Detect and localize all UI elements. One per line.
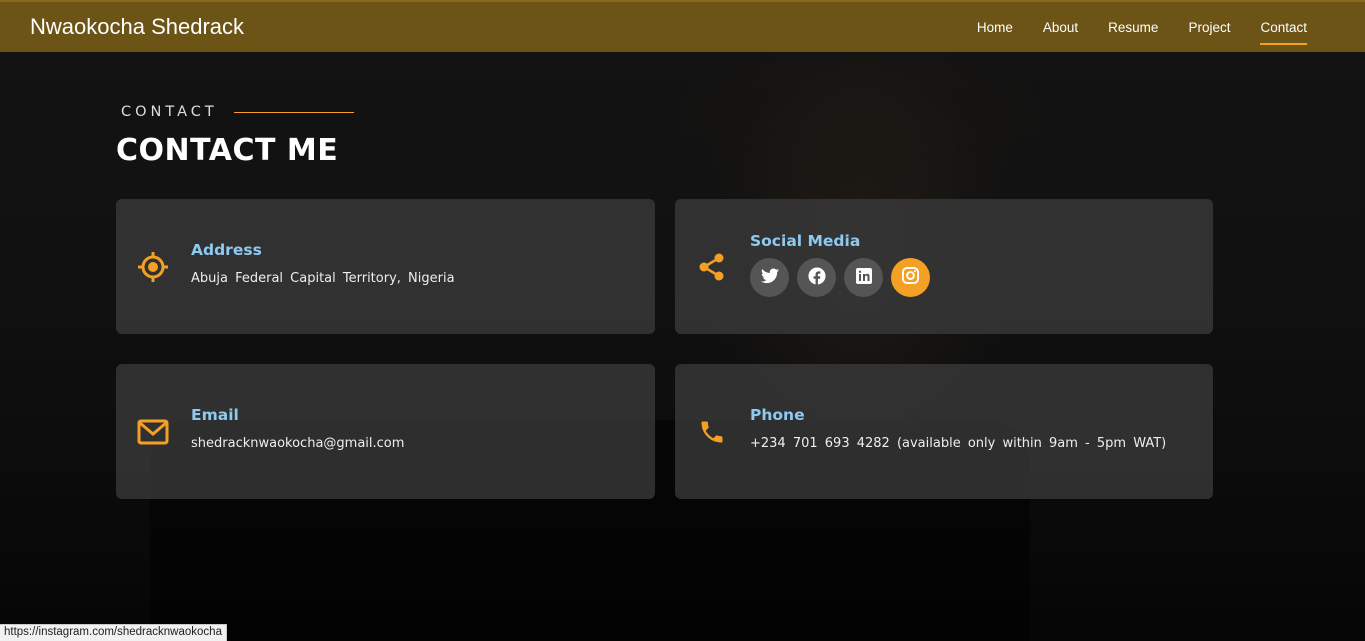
phone-value[interactable]: +234 701 693 4282 (available only within… — [750, 436, 1166, 451]
facebook-link[interactable] — [797, 258, 836, 297]
twitter-icon — [760, 268, 779, 288]
section-title: CONTACT ME — [116, 133, 339, 168]
location-target-icon — [136, 250, 170, 284]
contact-section-header: CONTACT CONTACT ME — [116, 104, 1216, 168]
phone-text: Phone +234 701 693 4282 (available only … — [750, 406, 1166, 451]
site-brand[interactable]: Nwaokocha Shedrack — [30, 14, 244, 40]
email-card: Email shedracknwaokocha@gmail.com — [116, 364, 655, 499]
envelope-icon — [136, 415, 170, 449]
nav-resume[interactable]: Resume — [1108, 14, 1158, 41]
phone-icon — [695, 415, 729, 449]
address-label: Address — [191, 241, 262, 259]
nav-home[interactable]: Home — [977, 14, 1013, 41]
linkedin-link[interactable] — [844, 258, 883, 297]
email-text: Email shedracknwaokocha@gmail.com — [191, 406, 404, 451]
social-text: Social Media — [750, 232, 930, 297]
main-nav: Home About Resume Project Contact — [977, 14, 1307, 45]
facebook-icon — [807, 266, 826, 289]
address-card: Address Abuja Federal Capital Territory,… — [116, 199, 655, 334]
section-eyebrow: CONTACT — [121, 104, 1216, 120]
email-value[interactable]: shedracknwaokocha@gmail.com — [191, 436, 404, 451]
top-navbar: Nwaokocha Shedrack Home About Resume Pro… — [0, 0, 1365, 52]
phone-card: Phone +234 701 693 4282 (available only … — [675, 364, 1213, 499]
instagram-icon — [902, 267, 919, 288]
social-links — [750, 258, 930, 297]
email-label: Email — [191, 406, 239, 424]
browser-status-bar: https://instagram.com/shedracknwaokocha — [0, 624, 227, 641]
social-label: Social Media — [750, 232, 861, 250]
address-value: Abuja Federal Capital Territory, Nigeria — [191, 271, 455, 286]
nav-about[interactable]: About — [1043, 14, 1078, 41]
eyebrow-underline — [233, 111, 354, 113]
address-text: Address Abuja Federal Capital Territory,… — [191, 241, 455, 286]
phone-label: Phone — [750, 406, 805, 424]
linkedin-icon — [855, 267, 872, 288]
section-eyebrow-text: CONTACT — [121, 104, 218, 120]
twitter-link[interactable] — [750, 258, 789, 297]
nav-contact[interactable]: Contact — [1260, 14, 1307, 45]
instagram-link[interactable] — [891, 258, 930, 297]
social-media-card: Social Media — [675, 199, 1213, 334]
contact-cards: Address Abuja Federal Capital Territory,… — [116, 199, 1213, 499]
nav-project[interactable]: Project — [1188, 14, 1230, 41]
share-icon — [695, 250, 729, 284]
